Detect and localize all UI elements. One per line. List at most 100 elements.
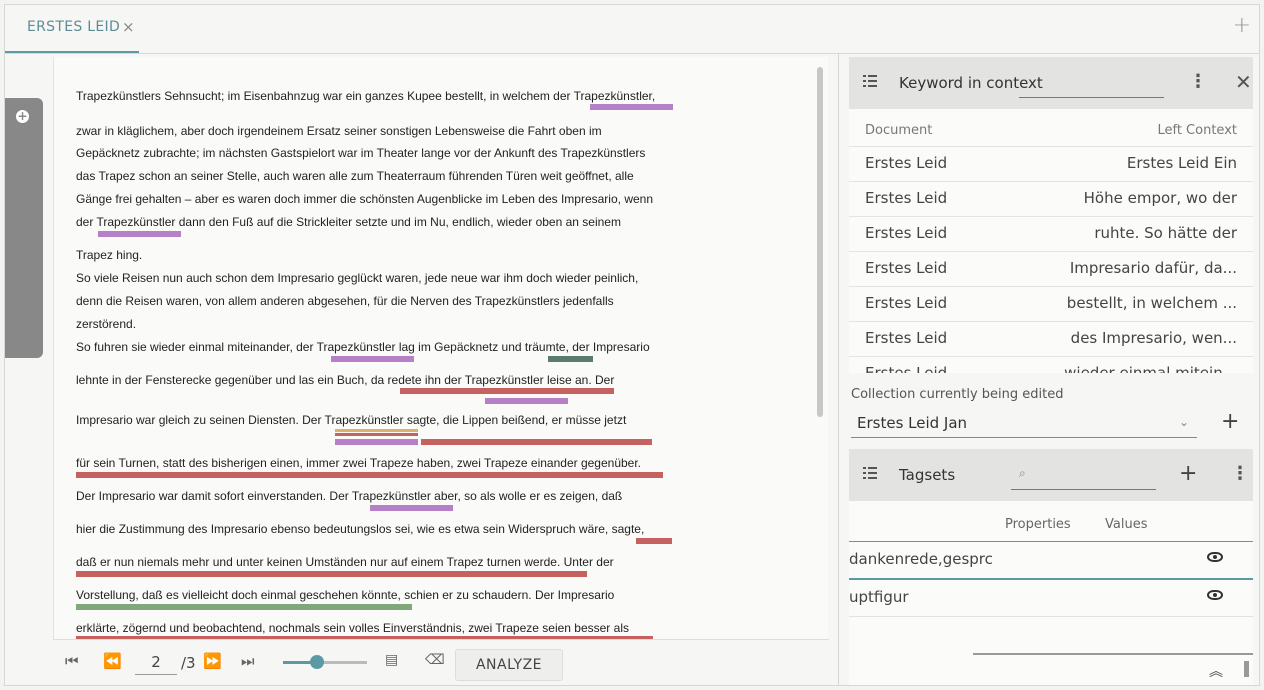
- tagset-name: uptfigur: [849, 588, 909, 606]
- row-left-context: ruhte. So hätte der: [1094, 224, 1237, 242]
- text-line[interactable]: zwar in kläglichem, aber doch irgendeine…: [76, 124, 602, 138]
- analyze-button[interactable]: ANALYZE: [455, 649, 563, 681]
- text-line[interactable]: lehnte in der Fensterecke gegenüber und …: [76, 373, 614, 387]
- text-line[interactable]: für sein Turnen, statt des bisherigen ei…: [76, 456, 641, 470]
- text-line[interactable]: Trapezkünstlers Sehnsucht; im Eisenbahnz…: [76, 89, 655, 103]
- chevron-down-icon: ⌄: [1178, 415, 1189, 429]
- horizontal-scrollbar[interactable]: [973, 653, 1253, 655]
- tagset-row[interactable]: dankenrede,gesprc: [849, 542, 1253, 580]
- annotation-mark[interactable]: [400, 388, 614, 394]
- annotation-mark[interactable]: [421, 439, 652, 445]
- zoom-slider-thumb[interactable]: [309, 655, 324, 669]
- tagsets-header: Tagsets ⌕ + ⋮: [849, 449, 1253, 501]
- row-document: Erstes Leid: [865, 154, 948, 172]
- table-row[interactable]: Erstes Leid ruhte. So hätte der: [849, 216, 1253, 252]
- text-line[interactable]: Gepäcknetz zubrachte; im nächsten Gastsp…: [76, 146, 645, 160]
- kwic-header: Keyword in context ⋮ ✕: [849, 57, 1253, 109]
- table-row[interactable]: Erstes Leid Erstes Leid Ein: [849, 146, 1253, 182]
- annotation-mark[interactable]: [548, 356, 593, 362]
- list-icon: [863, 467, 877, 479]
- document-scrollbar[interactable]: [817, 67, 823, 417]
- row-document: Erstes Leid: [865, 189, 948, 207]
- table-row[interactable]: Erstes Leid Impresario dafür, da...: [849, 251, 1253, 287]
- text-line[interactable]: erklärte, zögernd und beobachtend, nochm…: [76, 621, 629, 635]
- more-options-icon[interactable]: ⋮: [1231, 463, 1249, 484]
- collection-value: Erstes Leid Jan: [857, 414, 968, 432]
- annotation-mark[interactable]: [98, 231, 181, 237]
- tagset-row[interactable]: uptfigur: [849, 580, 1253, 617]
- annotation-mark[interactable]: [76, 604, 412, 610]
- app-frame: ERSTES LEID × + + Trapezkünstlers Sehnsu…: [4, 4, 1260, 686]
- text-line[interactable]: So fuhren sie wieder einmal miteinander,…: [76, 340, 650, 354]
- collection-label: Collection currently being edited: [851, 387, 1064, 402]
- annotation-mark[interactable]: [636, 538, 672, 544]
- text-line[interactable]: Impresario war gleich zu seinen Diensten…: [76, 413, 626, 427]
- annotation-mark[interactable]: [590, 104, 673, 110]
- kwic-search-field[interactable]: [1019, 97, 1164, 98]
- add-collection-button[interactable]: +: [1221, 409, 1239, 434]
- tab-erstes-leid[interactable]: ERSTES LEID ×: [5, 5, 139, 53]
- vertical-scrollbar[interactable]: [1244, 661, 1249, 677]
- side-drawer-handle[interactable]: +: [5, 98, 43, 358]
- annotation-mark[interactable]: [370, 505, 453, 511]
- text-line[interactable]: das Trapez schon an seiner Stelle, auch …: [76, 169, 634, 183]
- plus-circle-icon[interactable]: +: [16, 110, 29, 123]
- more-options-icon[interactable]: ⋮: [1189, 71, 1207, 92]
- first-page-icon[interactable]: ⏮: [65, 652, 79, 670]
- text-line[interactable]: Gänge frei gehalten – aber es waren doch…: [76, 192, 653, 206]
- page-toolbar: ⏮ ⏪ 2 /3 ⏩ ⏭ ▤ ⌫ ANALYZE: [53, 639, 829, 685]
- table-row[interactable]: Erstes Leid des Impresario, wen...: [849, 321, 1253, 357]
- page-total: /3: [181, 654, 196, 672]
- add-tagset-button[interactable]: +: [1179, 461, 1197, 486]
- annotation-mark[interactable]: [335, 433, 418, 436]
- annotation-mark[interactable]: [335, 429, 418, 432]
- column-header-values[interactable]: Values: [1105, 517, 1147, 532]
- table-row[interactable]: Erstes Leid bestellt, in welchem ...: [849, 286, 1253, 322]
- column-header-document[interactable]: Document: [865, 123, 932, 138]
- row-left-context: Impresario dafür, da...: [1069, 259, 1237, 277]
- row-document: Erstes Leid: [865, 259, 948, 277]
- collection-select[interactable]: Erstes Leid Jan ⌄: [851, 409, 1197, 438]
- row-left-context: des Impresario, wen...: [1070, 329, 1237, 347]
- row-left-context: bestellt, in welchem ...: [1066, 294, 1237, 312]
- text-line[interactable]: Der Impresario war damit sofort einverst…: [76, 489, 622, 503]
- eraser-icon[interactable]: ⌫: [425, 652, 445, 668]
- text-line[interactable]: hier die Zustimmung des Impresario ebens…: [76, 522, 644, 536]
- annotation-mark[interactable]: [335, 439, 418, 445]
- annotation-mark[interactable]: [76, 571, 587, 577]
- text-line[interactable]: zerstörend.: [76, 317, 136, 331]
- panel-divider[interactable]: [838, 53, 839, 685]
- last-page-icon[interactable]: ⏭: [241, 652, 255, 670]
- close-icon[interactable]: ✕: [1235, 70, 1252, 94]
- row-document: Erstes Leid: [865, 364, 948, 373]
- tagsets-search-input[interactable]: [1011, 489, 1156, 490]
- keyword-in-context-panel: Keyword in context ⋮ ✕ Document Left Con…: [849, 57, 1253, 373]
- layout-toggle-icon[interactable]: ▤: [385, 652, 398, 668]
- table-row[interactable]: Erstes Leid Höhe empor, wo der: [849, 181, 1253, 217]
- text-line[interactable]: So viele Reisen nun auch schon dem Impre…: [76, 271, 638, 285]
- chevron-up-icon[interactable]: ︽: [1209, 661, 1223, 681]
- column-header-left-context[interactable]: Left Context: [1157, 123, 1237, 138]
- tab-bar: ERSTES LEID × +: [5, 5, 1259, 54]
- annotation-mark[interactable]: [331, 356, 414, 362]
- table-row[interactable]: Erstes Leid wieder einmal mitein...: [849, 356, 1253, 373]
- close-icon[interactable]: ×: [122, 18, 135, 36]
- annotation-mark[interactable]: [485, 398, 568, 404]
- column-header-properties[interactable]: Properties: [1005, 517, 1071, 532]
- text-line[interactable]: der Trapezkünstler dann den Fuß auf die …: [76, 215, 621, 229]
- previous-page-icon[interactable]: ⏪: [103, 652, 122, 670]
- text-line[interactable]: daß er nun niemals mehr und unter keinen…: [76, 555, 614, 569]
- annotation-mark[interactable]: [76, 472, 663, 478]
- eye-icon[interactable]: [1207, 590, 1223, 600]
- list-icon: [863, 75, 877, 87]
- text-line[interactable]: Vorstellung, daß es vielleicht doch einm…: [76, 588, 614, 602]
- text-line[interactable]: Trapez hing.: [76, 248, 142, 262]
- search-icon: ⌕: [1019, 466, 1026, 480]
- eye-icon[interactable]: [1207, 552, 1223, 562]
- text-line[interactable]: denn die Reisen waren, von allem anderen…: [76, 294, 614, 308]
- tagsets-title: Tagsets: [899, 466, 956, 484]
- document-view: Trapezkünstlers Sehnsucht; im Eisenbahnz…: [53, 57, 828, 639]
- add-tab-icon[interactable]: +: [1233, 13, 1251, 38]
- next-page-icon[interactable]: ⏩: [203, 652, 222, 670]
- page-number-input[interactable]: 2: [135, 650, 177, 675]
